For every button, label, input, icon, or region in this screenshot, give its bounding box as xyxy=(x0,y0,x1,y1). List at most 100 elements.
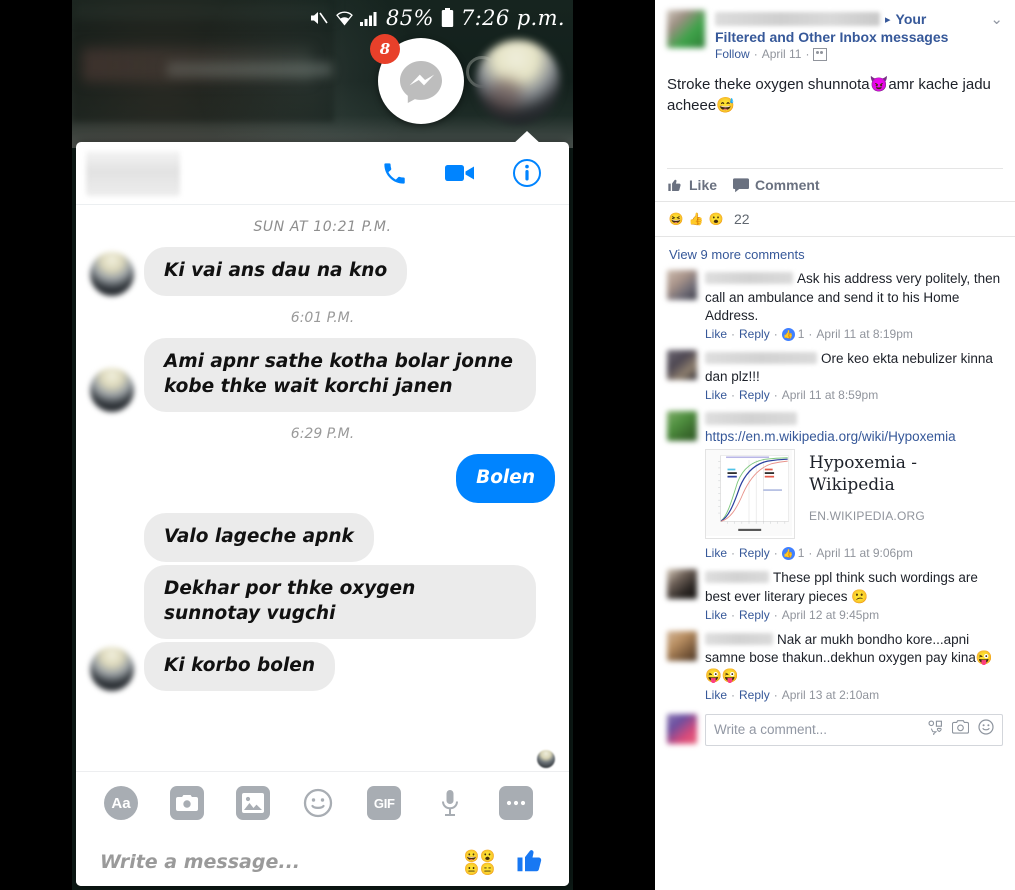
camera-icon[interactable] xyxy=(951,720,970,739)
video-call-icon[interactable] xyxy=(445,162,475,184)
link-preview-title[interactable]: Hypoxemia - Wikipedia xyxy=(809,453,1003,496)
comment-like-link[interactable]: Like xyxy=(705,388,727,402)
message-input-row[interactable]: Write a message... 😀 😮 😐 😑 xyxy=(76,832,569,886)
comment-meta: Like · Reply · April 11 at 8:59pm xyxy=(705,388,1003,402)
chat-card-pointer xyxy=(512,131,542,145)
emoji-icon[interactable] xyxy=(978,719,994,740)
comment-meta: Like · Reply · April 13 at 2:10am xyxy=(705,688,1003,702)
comment-body: Nak ar mukh bondho kore...apni samne bos… xyxy=(705,631,1003,702)
sticker-icon[interactable] xyxy=(928,720,943,740)
comment-like-link[interactable]: Like xyxy=(705,688,727,702)
commenter-avatar[interactable] xyxy=(667,569,697,600)
commenter-avatar[interactable] xyxy=(667,270,697,301)
comment-timestamp[interactable]: April 11 at 8:19pm xyxy=(816,327,913,341)
comment-reply-link[interactable]: Reply xyxy=(739,388,770,402)
dot: · xyxy=(773,546,778,561)
message-row: Ki korbo bolen xyxy=(76,641,569,691)
dot: · xyxy=(731,546,736,561)
commenter-name-line xyxy=(705,411,1003,429)
wifi-icon xyxy=(336,11,353,26)
comment-timestamp[interactable]: April 13 at 2:10am xyxy=(782,688,879,702)
comment-item: These ppl think such wordings are best e… xyxy=(667,569,1003,622)
comment-like-link[interactable]: Like xyxy=(705,608,727,622)
sticker-button[interactable] xyxy=(301,786,335,820)
commenter-name-redacted xyxy=(705,632,773,645)
view-more-comments-link[interactable]: View 9 more comments xyxy=(669,247,1003,262)
commenter-avatar[interactable] xyxy=(667,630,697,661)
like-button[interactable]: Like xyxy=(667,177,717,193)
dot: · xyxy=(773,388,778,403)
comment-timestamp[interactable]: April 12 at 9:45pm xyxy=(782,608,879,622)
messenger-icon xyxy=(400,61,442,103)
info-icon[interactable] xyxy=(512,158,542,188)
emoji-4: 😑 xyxy=(480,861,495,876)
comment-reply-link[interactable]: Reply xyxy=(739,688,770,702)
comment-like-badge[interactable]: 👍 1 xyxy=(781,546,804,560)
camera-button[interactable] xyxy=(169,786,204,820)
voice-record-button[interactable] xyxy=(433,786,467,820)
phone-call-icon[interactable] xyxy=(381,160,408,187)
friend-chat-head-avatar[interactable] xyxy=(476,40,560,124)
link-preview-card[interactable]: Hypoxemia - Wikipedia EN.WIKIPEDIA.ORG xyxy=(705,449,1003,540)
thumbs-up-icon[interactable] xyxy=(515,845,545,880)
post-header: ▸ Your ⌄ Filtered and Other Inbox messag… xyxy=(667,10,1003,61)
comment-meta: Like · Reply · 👍 1 · April 11 at 9:06pm xyxy=(705,546,1003,560)
text-format-button[interactable]: Aa xyxy=(104,786,138,820)
contact-name-redacted xyxy=(86,150,180,196)
reaction-haha-icon: 😆 xyxy=(668,212,684,227)
comment-reply-link[interactable]: Reply xyxy=(739,327,770,341)
comment-bubble-icon xyxy=(733,178,750,193)
message-bubble[interactable]: Dekhar por thke oxygen sunnotay vugchi xyxy=(144,564,536,639)
avatar xyxy=(90,646,134,691)
comment-meta: Like · Reply · 👍 1 · April 11 at 8:19pm xyxy=(705,327,1003,341)
reactions-summary[interactable]: 😆 👍 😮 22 xyxy=(655,201,1015,236)
dot: · xyxy=(808,327,813,342)
more-options-button[interactable] xyxy=(498,786,533,820)
comment-input-box[interactable]: Write a comment... xyxy=(705,713,1003,746)
message-bubble[interactable]: Ki korbo bolen xyxy=(144,641,335,691)
reaction-count[interactable]: 22 xyxy=(734,211,750,227)
commenter-avatar[interactable] xyxy=(667,411,697,442)
message-bubble[interactable]: Ami apnr sathe kotha bolar jonne kobe th… xyxy=(144,337,536,412)
post-date[interactable]: April 11 xyxy=(762,47,802,61)
group-privacy-icon xyxy=(813,47,828,61)
post-text: Stroke theke oxygen shunnota😈amr kache j… xyxy=(655,61,1015,116)
comment-input[interactable]: Write a comment... xyxy=(714,722,827,737)
messenger-chat-card: SUN AT 10:21 P.M. Ki vai ans dau na kno … xyxy=(76,142,569,886)
comment-like-link[interactable]: Like xyxy=(705,546,727,560)
comment-item: https://en.m.wikipedia.org/wiki/Hypoxemi… xyxy=(667,411,1003,560)
group-name-link[interactable]: Filtered and Other Inbox messages xyxy=(715,29,1003,45)
message-list[interactable]: SUN AT 10:21 P.M. Ki vai ans dau na kno … xyxy=(76,205,569,771)
message-row-outgoing: Bolen xyxy=(76,453,569,503)
battery-icon xyxy=(441,8,454,28)
comment-like-link[interactable]: Like xyxy=(705,327,727,341)
comment-reply-link[interactable]: Reply xyxy=(739,546,770,560)
follow-link[interactable]: Follow xyxy=(715,47,750,61)
share-target-label[interactable]: Your xyxy=(896,11,927,27)
commenter-avatar[interactable] xyxy=(667,350,697,381)
comment-timestamp[interactable]: April 11 at 9:06pm xyxy=(816,546,913,560)
background-row-blur-2 xyxy=(167,62,332,77)
emoji-3: 😐 xyxy=(464,861,480,876)
message-bubble[interactable]: Valo lageche apnk xyxy=(144,512,374,562)
link-preview-text: Hypoxemia - Wikipedia EN.WIKIPEDIA.ORG xyxy=(809,449,1003,523)
message-bubble-outgoing[interactable]: Bolen xyxy=(456,453,555,503)
gif-button[interactable]: GIF xyxy=(367,786,402,820)
comment-like-badge[interactable]: 👍 1 xyxy=(781,327,804,341)
emoji-grid-icon[interactable]: 😀 😮 😐 😑 xyxy=(464,850,495,875)
comment-text-wrap: These ppl think such wordings are best e… xyxy=(705,569,1003,605)
author-avatar[interactable] xyxy=(667,10,705,48)
message-bubble[interactable]: Ki vai ans dau na kno xyxy=(144,247,408,296)
gallery-button[interactable] xyxy=(235,786,270,820)
link-preview-thumbnail xyxy=(705,449,795,540)
comment-reply-link[interactable]: Reply xyxy=(739,608,770,622)
screenshot-root: 85% 7:26 p.m. 8 SUN AT 10:21 P.M. Ki vai… xyxy=(0,0,1015,890)
comment-timestamp[interactable]: April 11 at 8:59pm xyxy=(782,388,879,402)
current-user-avatar[interactable] xyxy=(667,713,697,744)
chevron-down-icon[interactable]: ⌄ xyxy=(982,10,1003,28)
comment-link-url[interactable]: https://en.m.wikipedia.org/wiki/Hypoxemi… xyxy=(705,429,1003,444)
comment-button[interactable]: Comment xyxy=(733,177,820,193)
chat-card-header xyxy=(76,142,569,205)
message-input[interactable]: Write a message... xyxy=(100,851,300,873)
mute-icon xyxy=(309,10,329,26)
